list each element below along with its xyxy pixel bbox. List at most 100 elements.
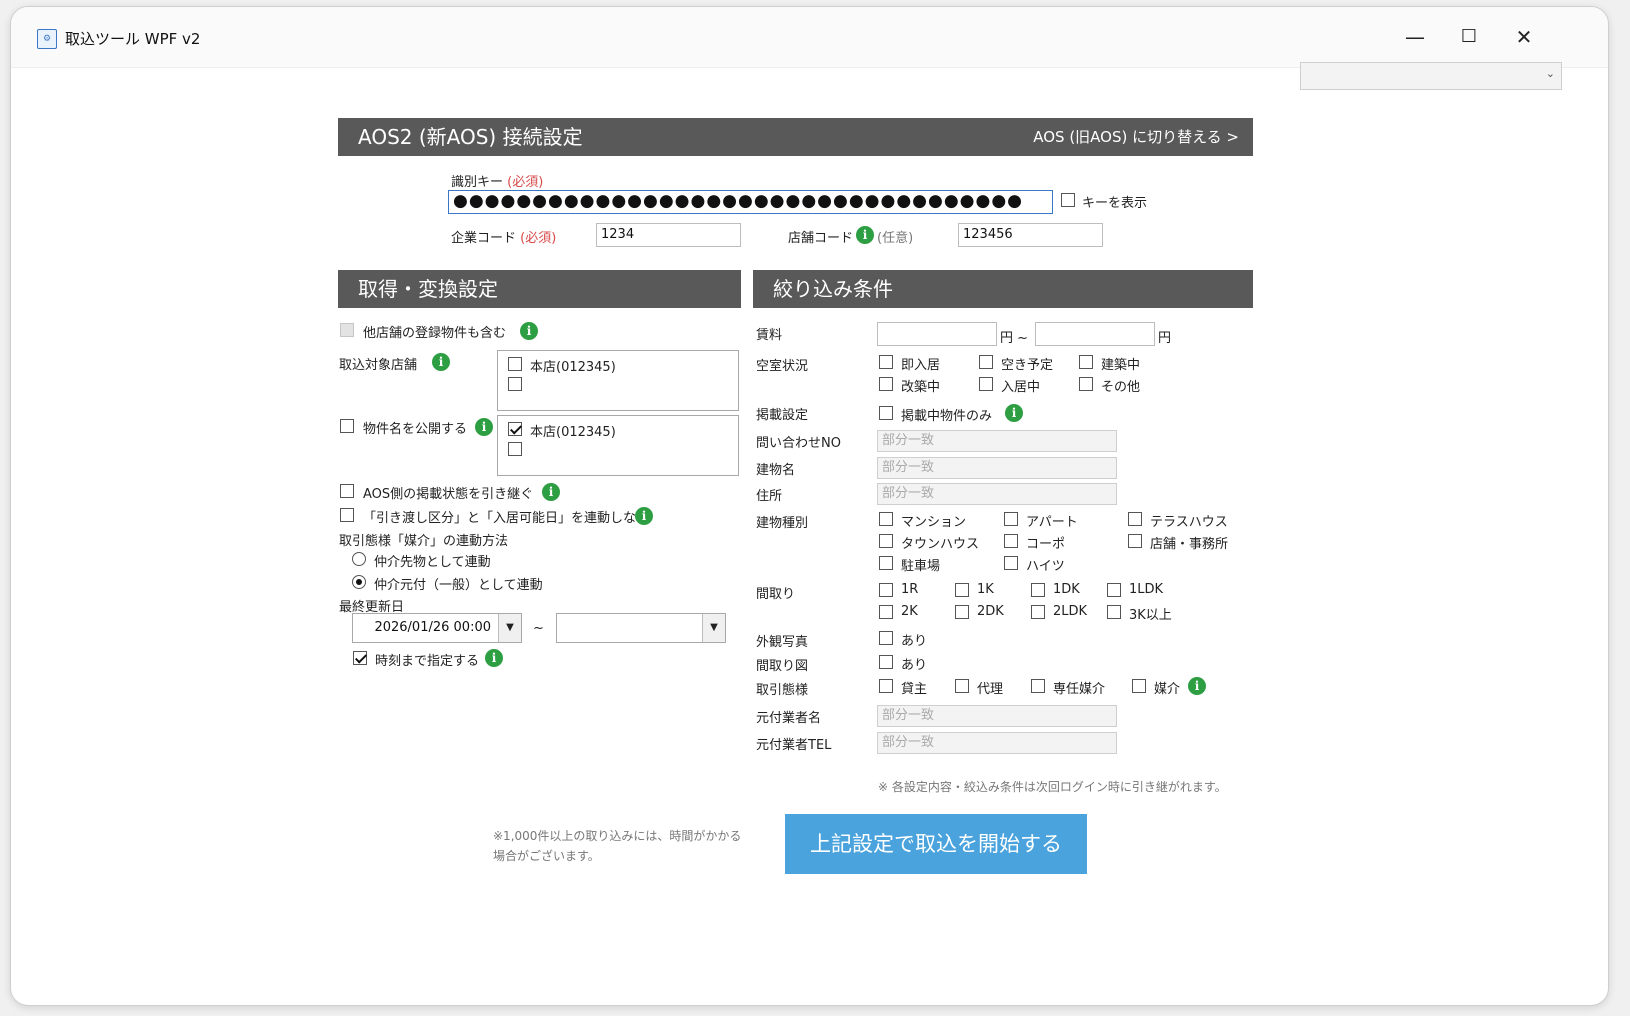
vacancy-checkbox[interactable] [979, 377, 993, 391]
include-other-stores-checkbox[interactable] [340, 323, 354, 337]
building-type-checkbox[interactable] [1004, 512, 1018, 526]
building-type-option: 店舗・事務所 [1150, 537, 1229, 552]
layout-checkbox[interactable] [1031, 605, 1045, 619]
inquiry-input[interactable]: 部分一致 [877, 430, 1117, 452]
address-input[interactable]: 部分一致 [877, 483, 1117, 505]
date-from-picker[interactable]: 2026/01/26 00:00 ▼ [352, 613, 522, 643]
building-type-checkbox[interactable] [879, 556, 893, 570]
broker-option-radio[interactable] [352, 552, 366, 566]
trade-type-checkbox[interactable] [879, 679, 893, 693]
window-title: 取込ツール WPF v2 [65, 30, 201, 48]
layout-checkbox[interactable] [1107, 583, 1121, 597]
trade-type-option: 代理 [977, 682, 1004, 697]
building-name-input[interactable]: 部分一致 [877, 457, 1117, 479]
rent-unit: 円 [1158, 331, 1172, 346]
start-import-button[interactable]: 上記設定で取込を開始する [785, 814, 1087, 874]
info-icon[interactable]: i [542, 483, 560, 501]
top-select-dropdown[interactable]: ⌄ [1300, 62, 1562, 90]
show-key-checkbox[interactable] [1061, 193, 1075, 207]
layout-checkbox[interactable] [1107, 605, 1121, 619]
layout-label: 間取り [756, 587, 796, 602]
info-icon[interactable]: i [432, 353, 450, 371]
carryover-note: ※ 各設定内容・絞込み条件は次回ログイン時に引き継がれます。 [878, 780, 1227, 794]
vacancy-checkbox[interactable] [879, 377, 893, 391]
key-input[interactable]: ●●●●●●●●●●●●●●●●●●●●●●●●●●●●●●●●●●●● [448, 190, 1053, 214]
specify-time-checkbox[interactable] [353, 651, 367, 665]
layout-option: 2LDK [1053, 604, 1088, 619]
info-icon[interactable]: i [635, 507, 653, 525]
close-button[interactable]: ✕ [1503, 21, 1545, 53]
target-store-list[interactable]: 本店(012345) [497, 350, 739, 411]
building-type-checkbox[interactable] [1128, 512, 1142, 526]
no-link-delivery-label: 「引き渡し区分」と「入居可能日」を連動しない [363, 511, 650, 526]
vacancy-option: 改築中 [901, 380, 941, 395]
minimize-button[interactable]: — [1394, 21, 1436, 53]
inherit-aos-status-checkbox[interactable] [340, 484, 354, 498]
info-icon[interactable]: i [856, 226, 874, 244]
building-type-checkbox[interactable] [879, 512, 893, 526]
agent-tel-input[interactable]: 部分一致 [877, 732, 1117, 754]
date-range-tilde: ~ [533, 621, 544, 636]
required-mark: (必須) [520, 231, 557, 246]
rent-to-input[interactable] [1035, 322, 1155, 346]
switch-to-aos-link[interactable]: AOS (旧AOS) に切り替える > [1033, 118, 1239, 156]
vacancy-option: 入居中 [1001, 380, 1041, 395]
publish-store-list[interactable]: 本店(012345) [497, 415, 739, 476]
info-icon[interactable]: i [1188, 677, 1206, 695]
trade-type-option: 貸主 [901, 682, 928, 697]
rent-from-input[interactable] [877, 322, 997, 346]
listing-only-checkbox[interactable] [879, 406, 893, 420]
broker-option-radio[interactable] [352, 575, 366, 589]
company-code-input[interactable]: 1234 [596, 223, 741, 247]
target-store-checkbox[interactable] [508, 377, 522, 391]
store-code-input[interactable]: 123456 [958, 223, 1103, 247]
vacancy-checkbox[interactable] [879, 355, 893, 369]
publish-store-checkbox[interactable] [508, 422, 522, 436]
vacancy-checkbox[interactable] [1079, 377, 1093, 391]
broker-option-label: 仲介元付（一般）として連動 [374, 578, 543, 593]
layout-checkbox[interactable] [879, 605, 893, 619]
maximize-button[interactable]: ☐ [1448, 21, 1490, 53]
no-link-delivery-checkbox[interactable] [340, 508, 354, 522]
layout-option: 2DK [977, 604, 1004, 619]
layout-checkbox[interactable] [879, 583, 893, 597]
agent-name-input[interactable]: 部分一致 [877, 705, 1117, 727]
info-icon[interactable]: i [520, 322, 538, 340]
vacancy-option: その他 [1101, 380, 1141, 395]
publish-store-checkbox[interactable] [508, 442, 522, 456]
building-type-checkbox[interactable] [879, 534, 893, 548]
publish-name-checkbox[interactable] [340, 419, 354, 433]
info-icon[interactable]: i [1005, 404, 1023, 422]
dropdown-arrow-icon[interactable]: ▼ [498, 614, 521, 642]
building-type-option: アパート [1026, 515, 1078, 530]
info-icon[interactable]: i [475, 418, 493, 436]
address-label: 住所 [756, 489, 783, 504]
building-type-checkbox[interactable] [1004, 556, 1018, 570]
layout-option: 1LDK [1129, 582, 1164, 597]
chevron-down-icon: ⌄ [1545, 67, 1555, 80]
exterior-photo-checkbox[interactable] [879, 631, 893, 645]
building-type-checkbox[interactable] [1004, 534, 1018, 548]
vacancy-label: 空室状況 [756, 359, 809, 374]
building-type-checkbox[interactable] [1128, 534, 1142, 548]
layout-checkbox[interactable] [955, 605, 969, 619]
layout-option: 2K [901, 604, 918, 619]
layout-checkbox[interactable] [955, 583, 969, 597]
vacancy-checkbox[interactable] [979, 355, 993, 369]
info-icon[interactable]: i [485, 649, 503, 667]
trade-type-checkbox[interactable] [1132, 679, 1146, 693]
title-bar[interactable]: ⚙ 取込ツール WPF v2 — ☐ ✕ [11, 7, 1608, 68]
floorplan-checkbox[interactable] [879, 655, 893, 669]
trade-type-checkbox[interactable] [955, 679, 969, 693]
dropdown-arrow-icon[interactable]: ▼ [702, 614, 725, 642]
inherit-aos-status-label: AOS側の掲載状態を引き継ぐ [363, 487, 534, 502]
vacancy-checkbox[interactable] [1079, 355, 1093, 369]
building-type-label: 建物種別 [756, 516, 809, 531]
layout-option: 3K以上 [1129, 608, 1172, 623]
target-store-checkbox[interactable] [508, 357, 522, 371]
publish-store-item: 本店(012345) [530, 425, 616, 440]
company-code-label-text: 企業コード [451, 231, 517, 246]
trade-type-checkbox[interactable] [1031, 679, 1045, 693]
layout-checkbox[interactable] [1031, 583, 1045, 597]
date-to-picker[interactable]: ▼ [556, 613, 726, 643]
